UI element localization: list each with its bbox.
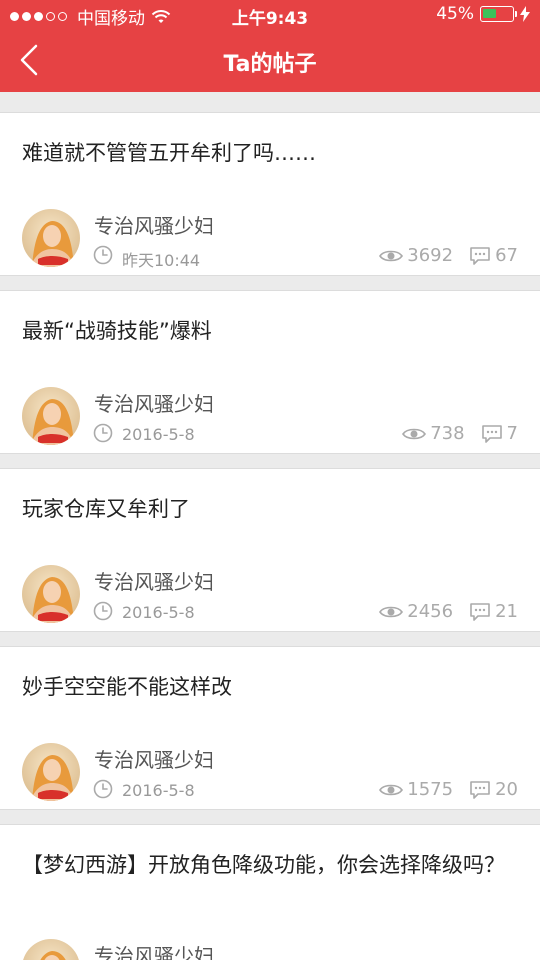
author-avatar[interactable] [22, 565, 80, 623]
charging-bolt-icon [520, 6, 530, 22]
comment-count: 67 [495, 245, 518, 266]
page-title: Ta的帖子 [223, 52, 317, 77]
clock-icon [93, 245, 113, 265]
clock-icon [93, 779, 113, 799]
author-avatar[interactable] [22, 743, 80, 801]
status-right: 45% [436, 4, 530, 24]
post-time: 2016-5-8 [122, 425, 195, 444]
post-card[interactable]: 妙手空空能不能这样改 专治风骚少妇 2016-5-8 1575 20 [0, 646, 540, 810]
post-stats: 2456 21 [379, 601, 518, 622]
post-stats: 1575 20 [379, 779, 518, 800]
eye-icon [379, 784, 404, 795]
view-count: 738 [430, 423, 465, 444]
post-card[interactable]: 【梦幻西游】开放角色降级功能，你会选择降级吗？ 专治风骚少妇 [0, 824, 540, 960]
clock-icon [93, 601, 113, 621]
post-time: 2016-5-8 [122, 603, 195, 622]
post-stats: 738 7 [402, 423, 518, 444]
comment-icon [481, 424, 502, 443]
view-count: 3692 [407, 245, 454, 266]
post-card[interactable]: 难道就不管管五开牟利了吗…… 专治风骚少妇 昨天10:44 3692 67 [0, 112, 540, 276]
author-name[interactable]: 专治风骚少妇 [94, 566, 214, 595]
app-header: 中国移动 上午9:43 45% Ta的帖子 [0, 0, 540, 92]
post-title[interactable]: 【梦幻西游】开放角色降级功能，你会选择降级吗？ [22, 849, 518, 882]
post-stats: 3692 67 [379, 245, 518, 266]
comment-count: 21 [495, 601, 518, 622]
clock-icon [93, 423, 113, 443]
comment-icon [470, 602, 490, 621]
post-card[interactable]: 玩家仓库又牟利了 专治风骚少妇 2016-5-8 2456 21 [0, 468, 540, 632]
post-card[interactable]: 最新“战骑技能”爆料 专治风骚少妇 2016-5-8 738 7 [0, 290, 540, 454]
post-title[interactable]: 妙手空空能不能这样改 [22, 671, 518, 704]
author-avatar[interactable] [22, 939, 80, 960]
author-name[interactable]: 专治风骚少妇 [94, 210, 214, 239]
author-avatar[interactable] [22, 209, 80, 267]
post-title[interactable]: 玩家仓库又牟利了 [22, 493, 518, 526]
eye-icon [379, 606, 404, 617]
comment-icon [470, 780, 490, 799]
eye-icon [379, 250, 404, 261]
nav-bar: Ta的帖子 [0, 30, 540, 90]
view-count: 1575 [407, 779, 454, 800]
view-count: 2456 [407, 601, 454, 622]
author-name[interactable]: 专治风骚少妇 [94, 940, 214, 960]
comment-icon [470, 246, 490, 265]
status-bar: 中国移动 上午9:43 45% [0, 0, 540, 30]
battery-percent: 45% [436, 4, 474, 24]
author-avatar[interactable] [22, 387, 80, 445]
comment-count: 20 [495, 779, 518, 800]
post-title[interactable]: 难道就不管管五开牟利了吗…… [22, 137, 518, 170]
eye-icon [402, 428, 427, 439]
post-time: 昨天10:44 [122, 251, 201, 270]
comment-count: 7 [506, 423, 518, 444]
battery-level-fill [483, 9, 496, 18]
post-title[interactable]: 最新“战骑技能”爆料 [22, 315, 518, 348]
author-name[interactable]: 专治风骚少妇 [94, 744, 214, 773]
post-time: 2016-5-8 [122, 781, 195, 800]
author-name[interactable]: 专治风骚少妇 [94, 388, 214, 417]
battery-icon [480, 6, 517, 22]
